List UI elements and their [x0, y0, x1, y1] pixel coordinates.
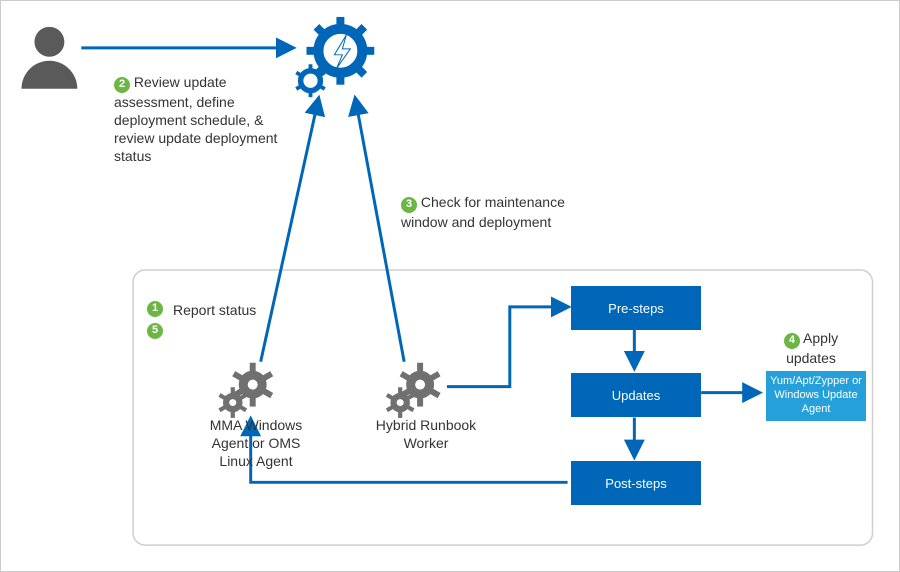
post-steps-box: Post-steps	[571, 461, 701, 505]
gears-icon	[386, 363, 441, 418]
step-1-text: Report status	[173, 301, 256, 319]
step-2-badge: 2	[114, 77, 130, 93]
step-3-label: 3 Check for maintenance window and deplo…	[401, 193, 571, 231]
step-4-label: 4 Apply updates	[761, 329, 861, 367]
tool-box: Yum/Apt/Zypper or Windows Update Agent	[766, 371, 866, 421]
step-1-badge: 1	[147, 301, 163, 317]
step-5-badge: 5	[147, 323, 163, 339]
automation-icon	[295, 17, 374, 97]
step-2-label: 2 Review update assessment, define deplo…	[114, 73, 294, 165]
user-icon	[22, 27, 78, 89]
updates-box: Updates	[571, 373, 701, 417]
hybrid-label: Hybrid Runbook Worker	[366, 416, 486, 452]
pre-steps-box: Pre-steps	[571, 286, 701, 330]
step-1-badge-wrap: 1	[147, 297, 163, 317]
step-2-text: Review update assessment, define deploym…	[114, 74, 277, 164]
step-5-badge-wrap: 5	[147, 319, 163, 339]
diagram-canvas: { "steps": { "s1": { "num": "1", "label"…	[0, 0, 900, 572]
step-4-badge: 4	[784, 333, 800, 349]
gears-icon	[218, 363, 273, 418]
mma-label: MMA Windows Agent or OMS Linux Agent	[196, 416, 316, 471]
step-3-badge: 3	[401, 197, 417, 213]
step-3-text: Check for maintenance window and deploym…	[401, 194, 565, 230]
